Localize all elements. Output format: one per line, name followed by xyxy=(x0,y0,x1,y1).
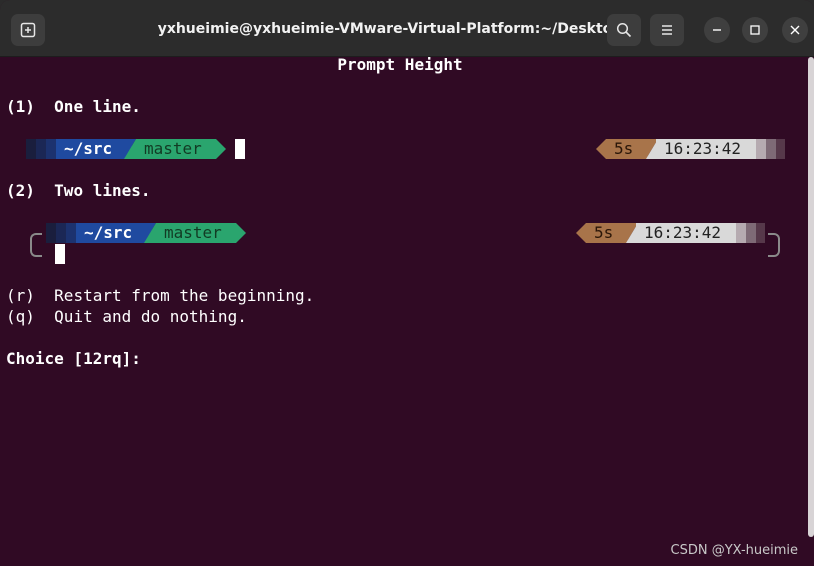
minimize-icon xyxy=(713,29,721,31)
close-icon xyxy=(790,25,800,35)
maximize-icon xyxy=(750,25,760,35)
option-1-key: (1) xyxy=(6,97,35,116)
prompt-frame-left xyxy=(30,233,42,257)
hamburger-menu-icon xyxy=(662,25,672,35)
maximize-button[interactable] xyxy=(742,17,768,43)
dir-segment: ~/src xyxy=(56,139,132,159)
choice-prompt[interactable]: Choice [12rq]: xyxy=(6,349,141,369)
title-bar: yxhueimie@yxhueimie-VMware-Virtual-Platf… xyxy=(0,0,814,57)
option-2-key: (2) xyxy=(6,181,35,200)
segment-arrow-icon xyxy=(236,223,246,243)
scrollbar[interactable] xyxy=(808,57,814,537)
duration-segment: 5s xyxy=(586,223,628,243)
prompt-frame-right xyxy=(768,233,780,257)
segment-arrow-icon xyxy=(216,139,226,159)
cursor xyxy=(55,244,65,264)
segment-separator-icon xyxy=(124,139,136,159)
segment-separator-icon xyxy=(144,223,156,243)
terminal-window: yxhueimie@yxhueimie-VMware-Virtual-Platf… xyxy=(0,0,814,566)
option-restart-label: Restart from the beginning. xyxy=(54,286,315,305)
option-restart-key: (r) xyxy=(6,286,35,305)
dir-segment: ~/src xyxy=(76,223,152,243)
search-button[interactable] xyxy=(607,14,641,46)
minimize-button[interactable] xyxy=(704,17,730,43)
window-title: yxhueimie@yxhueimie-VMware-Virtual-Platf… xyxy=(157,21,623,37)
cursor xyxy=(235,139,245,159)
segment-arrow-icon xyxy=(576,223,586,243)
duration-segment: 5s xyxy=(606,139,648,159)
branch-segment: master xyxy=(156,223,236,243)
new-tab-button[interactable] xyxy=(11,14,45,46)
option-restart: (r) Restart from the beginning. xyxy=(6,286,314,306)
option-quit: (q) Quit and do nothing. xyxy=(6,307,247,327)
time-segment: 16:23:42 xyxy=(636,223,736,243)
watermark: CSDN @YX-hueimie xyxy=(670,543,798,558)
branch-segment: master xyxy=(136,139,216,159)
segment-arrow-icon xyxy=(596,139,606,159)
menu-button[interactable] xyxy=(650,14,684,46)
option-1-label: One line. xyxy=(54,97,141,116)
option-1: (1) One line. xyxy=(6,97,141,117)
new-tab-icon xyxy=(20,22,36,38)
close-button[interactable] xyxy=(782,17,808,43)
option-2-label: Two lines. xyxy=(54,181,151,200)
terminal-content[interactable]: Prompt Height (1) One line. ~/src master… xyxy=(0,55,808,566)
search-icon xyxy=(616,22,632,38)
wizard-heading: Prompt Height xyxy=(337,55,463,74)
time-segment: 16:23:42 xyxy=(656,139,756,159)
option-quit-label: Quit and do nothing. xyxy=(54,307,247,326)
option-2: (2) Two lines. xyxy=(6,181,151,201)
option-quit-key: (q) xyxy=(6,307,35,326)
